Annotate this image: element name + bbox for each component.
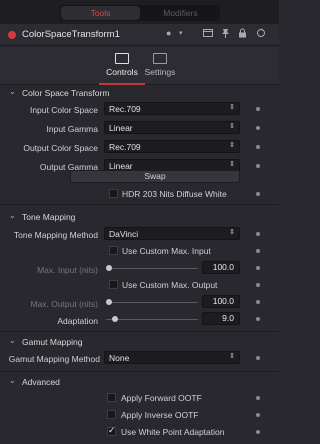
keyframe-dot-icon[interactable] <box>256 232 260 236</box>
adaptation-slider-thumb[interactable] <box>112 316 118 322</box>
chevron-updown-icon: ⇕ <box>229 161 235 168</box>
max-input-label: Max. Input (nits) <box>37 265 98 275</box>
adaptation-slider-track[interactable] <box>106 319 198 320</box>
keyframe-dot-icon[interactable] <box>256 164 260 168</box>
section-gamut-mapping[interactable]: ⌄ Gamut Mapping <box>0 335 279 350</box>
keyframe-dot-icon[interactable] <box>256 126 260 130</box>
hdr-diffuse-white-checkbox[interactable] <box>109 189 118 198</box>
adaptation-value[interactable]: 9.0 <box>202 312 240 325</box>
keyframe-dot-icon[interactable] <box>256 430 260 434</box>
settings-icon <box>153 53 167 64</box>
chevron-down-icon: ⌄ <box>9 376 16 385</box>
chevron-updown-icon: ⇕ <box>229 104 235 111</box>
max-output-slider-track[interactable] <box>106 302 198 303</box>
max-output-slider-thumb[interactable] <box>106 299 112 305</box>
pin-icon[interactable] <box>221 28 230 40</box>
output-color-space-label: Output Color Space <box>23 143 98 153</box>
section-tone-mapping[interactable]: ⌄ Tone Mapping <box>0 210 279 225</box>
keyframe-dot-icon[interactable] <box>256 266 260 270</box>
tool-enable-button[interactable] <box>8 31 16 39</box>
top-tab-group: Tools Modifiers <box>60 5 220 21</box>
lock-icon[interactable] <box>238 28 247 40</box>
max-input-slider-thumb[interactable] <box>106 265 112 271</box>
chevron-updown-icon: ⇕ <box>229 142 235 149</box>
tab-tools[interactable]: Tools <box>61 6 140 20</box>
keyframe-dot-icon[interactable] <box>256 249 260 253</box>
chevron-down-icon: ⌄ <box>9 87 16 96</box>
keyframe-dot-icon[interactable] <box>256 317 260 321</box>
keyframe-dot-icon[interactable] <box>256 107 260 111</box>
input-color-space-label: Input Color Space <box>29 105 98 115</box>
section-advanced[interactable]: ⌄ Advanced <box>0 375 279 390</box>
hdr-diffuse-white-label: HDR 203 Nits Diffuse White <box>122 189 227 199</box>
input-gamma-label: Input Gamma <box>46 124 99 134</box>
keyframe-dot-icon[interactable] <box>256 413 260 417</box>
tab-settings[interactable]: Settings <box>138 48 182 84</box>
keyframe-dot-icon[interactable] <box>256 192 260 196</box>
swap-button[interactable]: Swap <box>70 170 240 183</box>
versions-icon[interactable] <box>203 28 213 39</box>
keyframe-dot-icon[interactable] <box>256 145 260 149</box>
keyframe-dot-icon[interactable] <box>256 396 260 400</box>
output-color-space-select[interactable]: Rec.709 ⇕ <box>104 140 240 153</box>
input-gamma-select[interactable]: Linear ⇕ <box>104 121 240 134</box>
color-dot-icon[interactable]: ● <box>166 28 171 38</box>
gamut-mapping-method-label: Gamut Mapping Method <box>8 354 100 364</box>
white-point-adaptation-checkbox[interactable] <box>107 425 116 436</box>
custom-max-input-checkbox[interactable] <box>109 246 118 255</box>
max-input-slider-track[interactable] <box>106 268 198 269</box>
section-color-space-transform[interactable]: ⌄ Color Space Transform <box>0 86 279 101</box>
chevron-down-icon: ⌄ <box>9 336 16 345</box>
reset-icon[interactable] <box>256 28 266 40</box>
adaptation-label: Adaptation <box>57 316 98 326</box>
divider <box>0 331 279 332</box>
divider <box>0 204 279 205</box>
max-output-value[interactable]: 100.0 <box>202 295 240 308</box>
max-output-label: Max. Output (nits) <box>30 299 98 309</box>
custom-max-output-label: Use Custom Max. Output <box>122 280 218 290</box>
gamut-mapping-method-select[interactable]: None ⇕ <box>104 351 240 364</box>
keyframe-dot-icon[interactable] <box>256 300 260 304</box>
inverse-ootf-checkbox[interactable] <box>107 410 116 419</box>
tone-mapping-method-label: Tone Mapping Method <box>13 230 98 240</box>
custom-max-input-label: Use Custom Max. Input <box>122 246 211 256</box>
chevron-down-icon: ⌄ <box>9 211 16 220</box>
controls-icon <box>115 53 129 64</box>
chevron-updown-icon: ⇕ <box>229 353 235 360</box>
inverse-ootf-label: Apply Inverse OOTF <box>121 410 199 420</box>
forward-ootf-checkbox[interactable] <box>107 393 116 402</box>
max-input-value[interactable]: 100.0 <box>202 261 240 274</box>
keyframe-dot-icon[interactable] <box>256 283 260 287</box>
tool-title: ColorSpaceTransform1 <box>22 29 120 40</box>
chevron-updown-icon: ⇕ <box>229 123 235 130</box>
tone-mapping-method-select[interactable]: DaVinci ⇕ <box>104 227 240 240</box>
input-color-space-select[interactable]: Rec.709 ⇕ <box>104 102 240 115</box>
forward-ootf-label: Apply Forward OOTF <box>121 393 202 403</box>
active-tab-indicator <box>99 83 145 85</box>
custom-max-output-checkbox[interactable] <box>109 280 118 289</box>
white-point-adaptation-label: Use White Point Adaptation <box>121 427 225 437</box>
tab-modifiers[interactable]: Modifiers <box>141 5 220 21</box>
chevron-updown-icon: ⇕ <box>229 229 235 236</box>
chevron-down-icon[interactable]: ▾ <box>179 29 183 37</box>
keyframe-dot-icon[interactable] <box>256 356 260 360</box>
divider <box>0 371 279 372</box>
